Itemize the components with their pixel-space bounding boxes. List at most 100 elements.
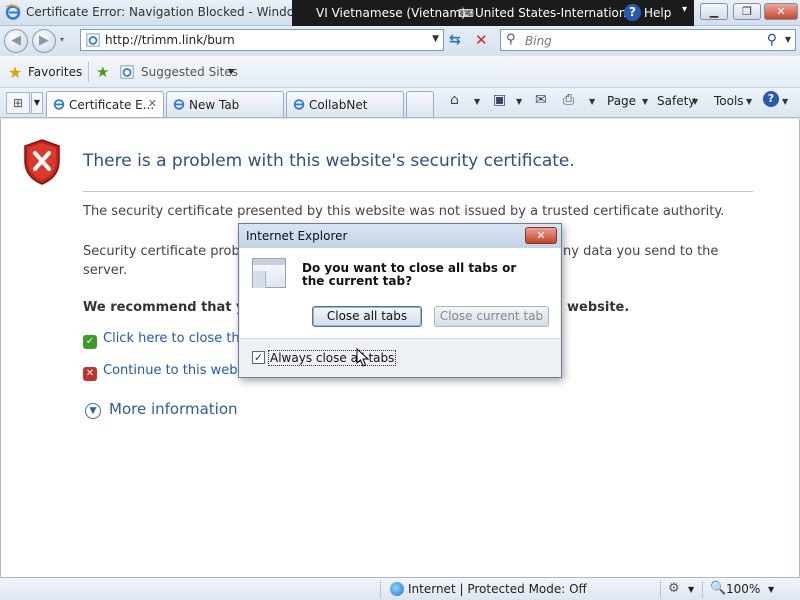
dialog-footer: ✓ Always close all tabs: [240, 338, 560, 377]
more-information-label[interactable]: More information: [109, 400, 238, 418]
continue-to-website-link-label[interactable]: Continue to this websi: [103, 363, 248, 378]
divider: [88, 62, 89, 82]
always-close-all-tabs-checkbox[interactable]: ✓: [252, 351, 265, 364]
security-zone-status[interactable]: Internet | Protected Mode: Off: [408, 582, 587, 596]
certificate-problem-text-line2: server.: [83, 263, 128, 278]
certificate-issuer-message: The security certificate presented by th…: [83, 204, 725, 219]
close-tabs-dialog: Internet Explorer ✕ Do you want to close…: [238, 223, 562, 378]
security-options-dropdown-icon[interactable]: ▼: [688, 585, 694, 594]
home-icon[interactable]: ⌂: [450, 92, 459, 108]
back-button[interactable]: ◀: [4, 29, 28, 53]
tools-menu-dropdown-icon[interactable]: ▼: [746, 97, 752, 106]
recent-pages-dropdown-icon[interactable]: ▾: [60, 35, 64, 44]
favorites-star-icon[interactable]: ★: [8, 63, 22, 82]
continue-to-website-link[interactable]: ✕ Continue to this websi: [83, 363, 248, 381]
new-tab-button[interactable]: [406, 91, 434, 117]
feeds-icon[interactable]: ▣: [493, 92, 506, 108]
always-close-all-tabs-label[interactable]: Always close all tabs: [268, 350, 397, 366]
page-title: There is a problem with this website's s…: [83, 151, 575, 171]
page-menu[interactable]: Page: [607, 94, 636, 108]
tab-label: New Tab: [189, 98, 240, 112]
close-window-button[interactable]: ✕: [764, 3, 798, 20]
dialog-message: Do you want to close all tabs or the cur…: [302, 261, 517, 288]
print-dropdown-icon[interactable]: ▼: [589, 97, 595, 106]
suggested-sites-button[interactable]: Suggested Sites: [141, 65, 238, 79]
favorites-button[interactable]: Favorites: [28, 65, 82, 79]
close-all-tabs-button[interactable]: Close all tabs: [312, 306, 422, 327]
chevron-down-icon: ▼: [85, 403, 101, 419]
home-dropdown-icon[interactable]: ▼: [474, 97, 480, 106]
recommendation-message: We recommend that yo website.: [83, 300, 629, 315]
tab-label: CollabNet: [309, 98, 368, 112]
help-menu-icon[interactable]: ?: [763, 91, 779, 107]
search-provider-icon: ⚲: [506, 32, 516, 47]
tab-list-dropdown-icon[interactable]: ▼: [31, 92, 43, 114]
search-box[interactable]: ⚲ Bing ⚲ ▼: [500, 29, 796, 51]
safety-menu-dropdown-icon[interactable]: ▼: [692, 97, 698, 106]
zoom-icon[interactable]: 🔍: [710, 581, 726, 596]
refresh-icon[interactable]: ⇆: [449, 32, 461, 48]
mouse-cursor-icon: [356, 348, 370, 367]
search-input[interactable]: Bing: [525, 34, 552, 48]
divider: [702, 581, 703, 598]
close-tab-icon[interactable]: ✕: [148, 97, 157, 110]
red-shield-icon: ✕: [83, 367, 97, 381]
restore-button[interactable]: ❐: [733, 3, 761, 20]
add-to-favorites-bar-icon[interactable]: ★: [96, 63, 109, 81]
tools-menu[interactable]: Tools: [714, 94, 744, 108]
security-warning-shield-icon: [24, 139, 60, 185]
search-icon[interactable]: ⚲: [767, 32, 777, 48]
zoom-level[interactable]: 100%: [726, 582, 760, 596]
status-bar: Internet | Protected Mode: Off ⚙ ▼ 🔍 100…: [0, 577, 800, 600]
recommendation-text-right: website.: [567, 300, 630, 315]
close-webpage-link-label[interactable]: Click here to close this: [103, 331, 250, 346]
feeds-dropdown-icon[interactable]: ▼: [516, 97, 522, 106]
navigation-bar: ◀ ▶ ▾ http://trimm.link/burn ▼ ⇆ ✕ ⚲ Bin…: [0, 26, 800, 56]
language-bar: VI Vietnamese (Vietnam) ⌨ United States-…: [292, 0, 694, 26]
recommendation-text-left: We recommend that yo: [83, 300, 254, 315]
ie-tab-icon: [173, 99, 185, 110]
dialog-title-bar[interactable]: Internet Explorer ✕: [239, 224, 561, 248]
language-selector[interactable]: VI Vietnamese (Vietnam): [316, 6, 466, 20]
language-bar-options-icon[interactable]: ▾: [682, 4, 687, 15]
page-menu-dropdown-icon[interactable]: ▼: [642, 97, 648, 106]
keyboard-icon[interactable]: ⌨: [458, 7, 474, 20]
address-input[interactable]: http://trimm.link/burn: [105, 33, 235, 47]
ie-tab-icon: [53, 99, 65, 110]
keyboard-layout[interactable]: United States-International: [475, 6, 637, 20]
suggested-sites-dropdown-icon[interactable]: ▼: [228, 67, 234, 76]
help-menu-dropdown-icon[interactable]: ▼: [782, 97, 788, 106]
address-dropdown-icon[interactable]: ▼: [432, 34, 439, 44]
tab-collabnet[interactable]: CollabNet: [286, 91, 404, 117]
tab-new-tab[interactable]: New Tab: [166, 91, 284, 117]
read-mail-icon[interactable]: ✉: [535, 92, 547, 108]
address-bar[interactable]: http://trimm.link/burn ▼: [80, 29, 444, 51]
search-options-dropdown-icon[interactable]: ▼: [785, 35, 791, 44]
suggested-sites-icon: [120, 65, 134, 79]
favorites-bar: ★ Favorites ★ Suggested Sites ▼: [0, 56, 800, 88]
divider: [83, 191, 753, 192]
tab-certificate-error[interactable]: Certificate E... ✕: [46, 91, 164, 117]
divider: [380, 581, 381, 598]
security-options-icon[interactable]: ⚙: [668, 581, 680, 596]
internet-zone-icon: [390, 582, 404, 596]
dialog-title: Internet Explorer: [246, 229, 348, 243]
minimize-button[interactable]: ▁: [700, 3, 728, 20]
certificate-problem-text-left: Security certificate problem: [83, 244, 265, 259]
more-information-link[interactable]: ▼ More information: [85, 400, 238, 419]
help-icon[interactable]: ?: [624, 4, 641, 21]
zoom-dropdown-icon[interactable]: ▼: [768, 585, 774, 594]
title-bar: Certificate Error: Navigation Blocked - …: [0, 0, 800, 26]
green-shield-icon: ✓: [83, 335, 97, 349]
print-icon[interactable]: ⎙: [563, 92, 574, 108]
forward-button[interactable]: ▶: [32, 29, 56, 53]
close-current-tab-button[interactable]: Close current tab: [434, 306, 549, 327]
stop-icon[interactable]: ✕: [475, 31, 488, 49]
quick-tabs-icon[interactable]: ⊞: [6, 92, 30, 114]
dialog-close-button[interactable]: ✕: [525, 227, 557, 244]
close-webpage-link[interactable]: ✓ Click here to close this: [83, 331, 250, 349]
safety-menu[interactable]: Safety: [657, 94, 695, 108]
window-title: Certificate Error: Navigation Blocked - …: [26, 5, 296, 19]
help-label[interactable]: Help: [644, 6, 671, 20]
ie-tab-icon: [293, 99, 305, 110]
